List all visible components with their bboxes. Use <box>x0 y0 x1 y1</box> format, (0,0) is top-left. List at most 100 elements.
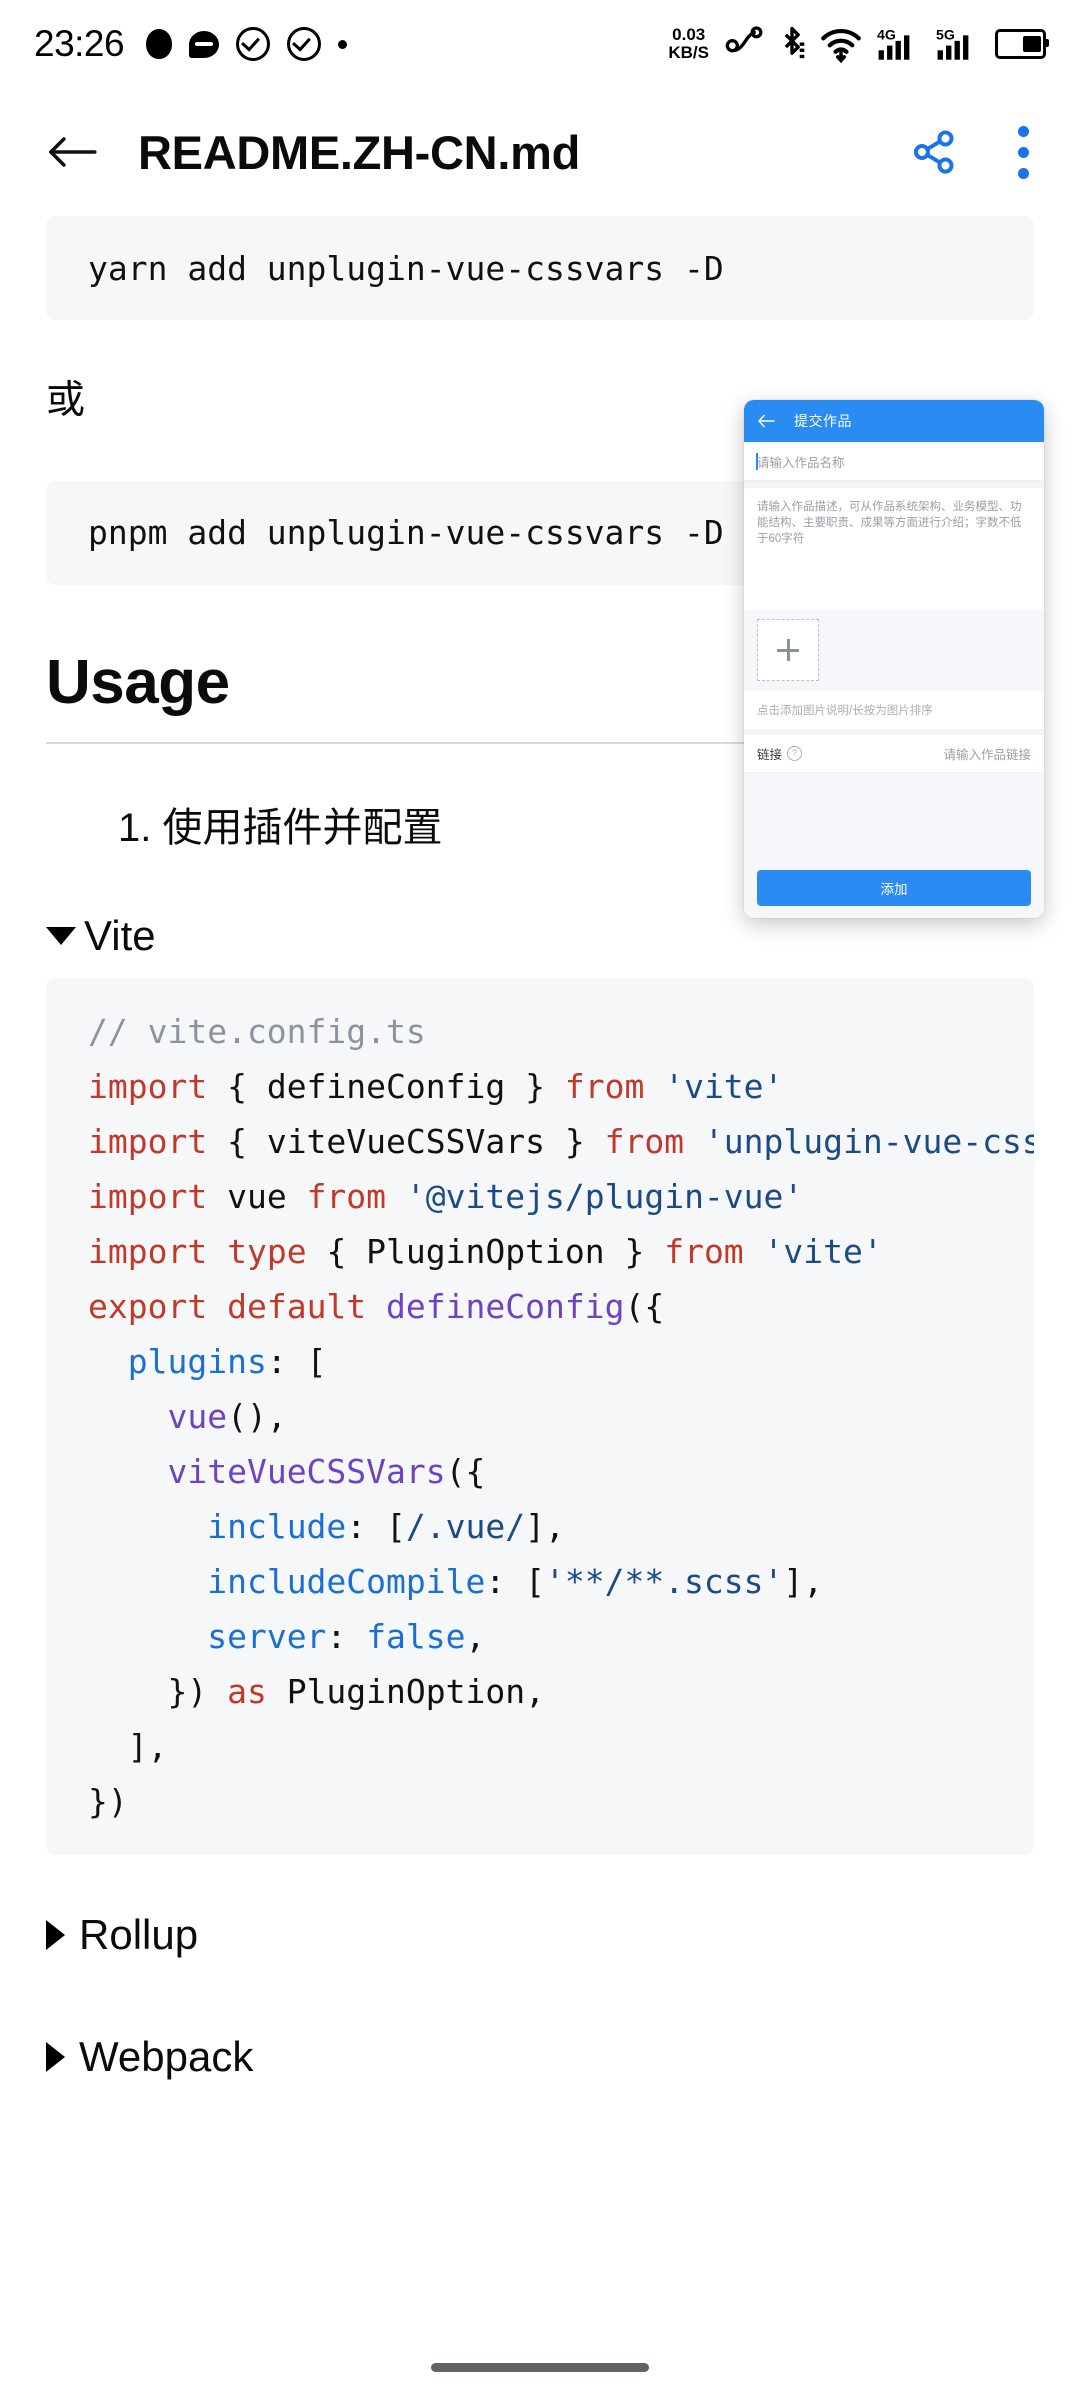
code-token: : [ <box>266 1341 327 1381</box>
code-token: as <box>227 1671 267 1711</box>
image-upload-area[interactable] <box>744 610 1044 691</box>
code-token: ], <box>783 1561 824 1601</box>
headphones-icon <box>725 26 763 53</box>
signal-5g-icon: 5G <box>936 26 969 60</box>
dot-icon <box>338 39 348 49</box>
chevron-right-icon <box>46 2041 65 2072</box>
status-bar-clock: 23:26 <box>34 23 125 64</box>
status-bar: 23:26 0.03 KB/S 4G 5G <box>0 0 1080 88</box>
code-token: vue <box>167 1396 228 1436</box>
code-token: /.vue/ <box>405 1506 526 1546</box>
code-token: import <box>88 1066 208 1106</box>
wifi-icon <box>821 28 861 64</box>
code-line: // vite.config.ts <box>88 1004 992 1059</box>
network-speed-value: 0.03 <box>672 25 706 44</box>
work-link-label: 链接 <box>757 748 783 762</box>
code-token: viteVueCSSVars <box>167 1451 446 1491</box>
bluetooth-icon <box>784 26 805 59</box>
overlay-title: 提交作品 <box>794 413 852 429</box>
submit-button[interactable]: 添加 <box>757 870 1031 906</box>
code-token: 'unplugin-vue-cssvars' <box>703 1121 1034 1161</box>
status-bar-notifications <box>146 27 348 61</box>
code-token: from <box>604 1121 685 1161</box>
code-token: ({ <box>624 1286 665 1326</box>
more-dot-icon <box>1017 146 1029 158</box>
code-line: import { viteVueCSSVars } from 'unplugin… <box>88 1114 1034 1169</box>
help-icon[interactable]: ? <box>787 746 803 761</box>
code-token: includeCompile <box>207 1561 486 1601</box>
blob-icon <box>146 29 173 59</box>
work-description-textarea[interactable]: 请输入作品描述，可从作品系统架构、业务模型、功能结构、主要职责、成果等方面进行介… <box>744 488 1044 610</box>
page-title: README.ZH-CN.md <box>138 125 580 179</box>
overlay-header: 提交作品 <box>744 400 1044 442</box>
code-token: import <box>88 1176 208 1216</box>
code-token: include <box>207 1506 347 1546</box>
check-circle-icon <box>236 27 271 61</box>
status-bar-system-icons: 0.03 KB/S 4G 5G <box>668 24 1049 64</box>
overlay-back-button[interactable] <box>756 411 776 431</box>
code-token: '**/**.scss' <box>544 1561 784 1601</box>
work-name-input[interactable]: 请输入作品名称 <box>744 442 1044 481</box>
code-token: type <box>227 1231 307 1271</box>
code-line: vue(), <box>88 1389 992 1444</box>
code-token: 'vite' <box>763 1231 883 1271</box>
code-line: }) as PluginOption, <box>88 1664 992 1719</box>
code-token: }) <box>88 1671 228 1711</box>
code-line: server: false, <box>88 1609 992 1664</box>
code-token: from <box>664 1231 744 1271</box>
floating-submit-work-window[interactable]: 提交作品 请输入作品名称 请输入作品描述，可从作品系统架构、业务模型、功能结构、… <box>744 400 1044 918</box>
work-link-row[interactable]: 链接 ? 请输入作品链接 <box>744 734 1044 773</box>
chevron-down-icon <box>46 926 76 945</box>
details-summary-label: Rollup <box>79 1910 199 1958</box>
code-line: ], <box>88 1719 992 1774</box>
code-line: viteVueCSSVars({ <box>88 1444 992 1499</box>
code-line: include: [/.vue/], <box>88 1499 992 1554</box>
code-line: plugins: [ <box>88 1334 992 1389</box>
phone-screen: 23:26 0.03 KB/S 4G 5G README.ZH-CN.md ya… <box>0 0 1080 2400</box>
code-token: defineConfig <box>386 1286 625 1326</box>
code-token: , <box>465 1616 486 1656</box>
signal-4g-label: 4G <box>877 26 896 42</box>
details-summary-vite[interactable]: Vite <box>46 912 1034 960</box>
details-summary-label: Vite <box>84 911 156 959</box>
code-block-vite-config: // vite.config.ts import { defineConfig }… <box>46 977 1034 1855</box>
details-summary-rollup[interactable]: Rollup <box>46 1911 1034 1959</box>
code-token: vue <box>207 1176 307 1216</box>
code-token: from <box>306 1176 387 1216</box>
code-token: false <box>366 1616 466 1656</box>
battery-icon <box>995 29 1049 59</box>
code-token: import <box>88 1121 208 1161</box>
code-line: import type { PluginOption } from 'vite' <box>88 1224 992 1279</box>
back-button[interactable] <box>44 124 100 180</box>
image-upload-hint: 点击添加图片说明/长按为图片排序 <box>744 691 1044 729</box>
more-options-button[interactable] <box>1010 124 1036 180</box>
work-description-placeholder: 请输入作品描述，可从作品系统架构、业务模型、功能结构、主要职责、成果等方面进行介… <box>757 501 1022 545</box>
code-line: import vue from '@vitejs/plugin-vue' <box>88 1169 992 1224</box>
code-token: ], <box>88 1726 168 1766</box>
signal-4g-icon: 4G <box>877 26 910 60</box>
more-dot-icon <box>1017 167 1029 179</box>
code-token: (), <box>227 1396 287 1436</box>
code-line: pnpm add unplugin-vue-cssvars -D <box>88 513 724 553</box>
code-token: export <box>88 1286 208 1326</box>
chevron-right-icon <box>46 1919 65 1950</box>
code-line: import { defineConfig } from 'vite' <box>88 1059 992 1114</box>
share-button[interactable] <box>906 124 962 180</box>
code-token: from <box>564 1066 645 1106</box>
plus-icon <box>777 639 799 661</box>
add-image-button[interactable] <box>757 619 819 681</box>
code-token: default <box>227 1286 367 1326</box>
code-token: // vite.config.ts <box>88 1011 426 1051</box>
home-indicator[interactable] <box>431 2363 649 2372</box>
code-token: : [ <box>485 1561 545 1601</box>
details-summary-webpack[interactable]: Webpack <box>46 2033 1034 2081</box>
work-link-label-group: 链接 ? <box>757 744 803 763</box>
